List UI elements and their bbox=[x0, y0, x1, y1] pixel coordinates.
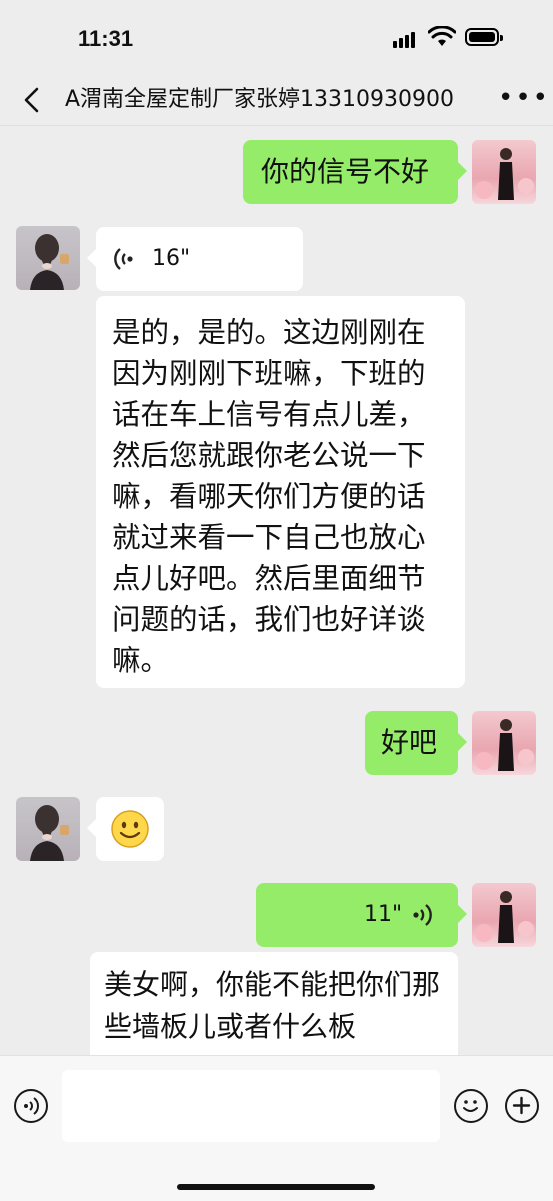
more-functions-button[interactable] bbox=[505, 1089, 539, 1123]
battery-icon bbox=[465, 28, 503, 46]
message-input[interactable] bbox=[62, 1070, 440, 1142]
voice-input-button[interactable] bbox=[14, 1089, 48, 1123]
smiley-face-icon bbox=[463, 1100, 478, 1112]
status-bar: 11:31 bbox=[0, 0, 553, 75]
message-bubble-sent[interactable]: 好吧 bbox=[365, 711, 467, 775]
self-avatar[interactable] bbox=[472, 711, 536, 775]
voice-icon bbox=[24, 1097, 39, 1115]
contact-avatar[interactable] bbox=[16, 226, 80, 290]
more-options-icon[interactable]: ••• bbox=[498, 85, 550, 111]
voice-wave-icon bbox=[114, 248, 133, 270]
voice-duration: 16" bbox=[152, 246, 191, 271]
status-time: 11:31 bbox=[78, 26, 134, 51]
message-text: 美女啊，你能不能把你们那些墙板儿或者什么板 bbox=[104, 968, 441, 1043]
voice-wave-icon bbox=[413, 904, 432, 926]
plus-icon bbox=[512, 1096, 531, 1115]
self-avatar[interactable] bbox=[472, 883, 536, 947]
back-chevron-icon[interactable] bbox=[18, 85, 48, 115]
voice-message-received[interactable]: 16" bbox=[87, 227, 303, 291]
contact-avatar[interactable] bbox=[16, 797, 80, 861]
message-text: 你的信号不好 bbox=[261, 155, 430, 188]
voice-message-sent[interactable]: 11" bbox=[256, 883, 467, 947]
chat-header: A渭南全屋定制厂家张婷13310930900 ••• bbox=[0, 75, 553, 126]
cellular-signal-icon bbox=[393, 30, 421, 48]
smile-emoji-icon bbox=[111, 810, 149, 848]
message-text: 好吧 bbox=[381, 726, 438, 759]
input-toolbar bbox=[0, 1055, 553, 1201]
voice-duration: 11" bbox=[364, 902, 403, 927]
message-text: 是的，是的。这边刚刚在因为刚刚下班嘛，下班的话在车上信号有点儿差，然后您就跟你老… bbox=[112, 316, 426, 677]
emoji-message-received[interactable] bbox=[87, 797, 164, 861]
message-bubble-sent[interactable]: 你的信号不好 bbox=[243, 140, 467, 204]
wifi-icon bbox=[428, 26, 456, 46]
home-indicator bbox=[177, 1184, 375, 1190]
self-avatar[interactable] bbox=[472, 140, 536, 204]
message-bubble-received[interactable]: 是的，是的。这边刚刚在因为刚刚下班嘛，下班的话在车上信号有点儿差，然后您就跟你老… bbox=[96, 296, 465, 688]
emoji-button[interactable] bbox=[454, 1089, 488, 1123]
chat-title: A渭南全屋定制厂家张婷13310930900 bbox=[65, 87, 455, 112]
